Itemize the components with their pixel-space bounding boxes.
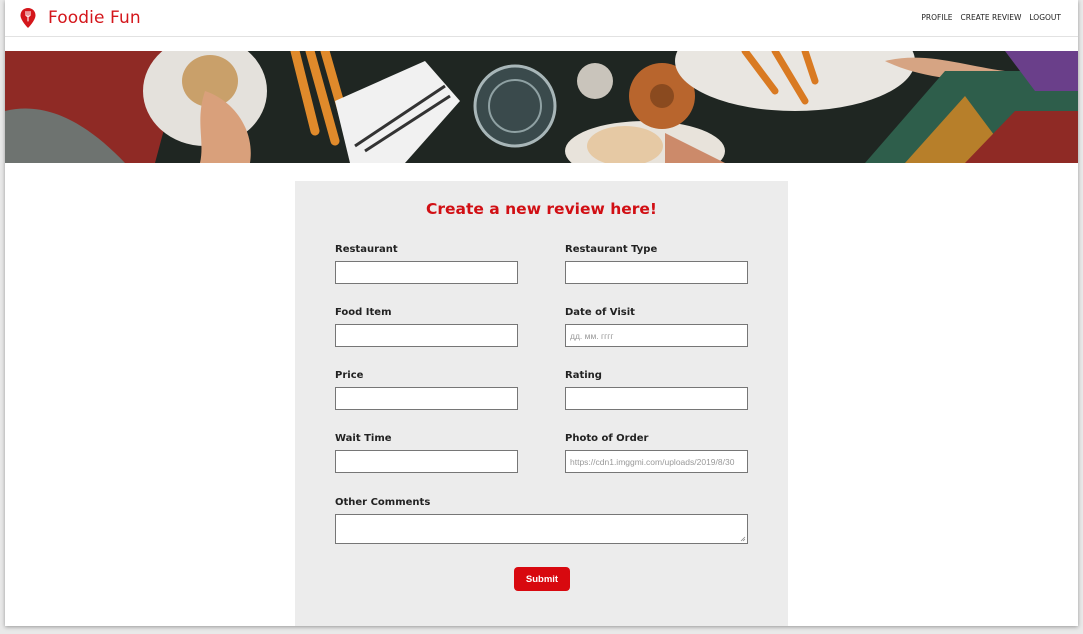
hero-banner-image bbox=[5, 51, 1078, 163]
nav-logout-link[interactable]: LOGOUT bbox=[1029, 13, 1061, 22]
price-label: Price bbox=[335, 370, 364, 381]
restaurant-type-label: Restaurant Type bbox=[565, 244, 658, 255]
photo-of-order-input[interactable]: https://cdn1.imggmi.com/uploads/2019/8/3… bbox=[565, 450, 748, 473]
other-comments-label: Other Comments bbox=[335, 497, 431, 508]
restaurant-type-input[interactable] bbox=[565, 261, 748, 284]
wait-time-label: Wait Time bbox=[335, 433, 392, 444]
restaurant-input[interactable] bbox=[335, 261, 518, 284]
nav-links: PROFILE CREATE REVIEW LOGOUT bbox=[921, 13, 1061, 22]
review-form-card: Create a new review here! Restaurant Res… bbox=[295, 181, 788, 626]
photo-of-order-label: Photo of Order bbox=[565, 433, 649, 444]
navbar: Foodie Fun PROFILE CREATE REVIEW LOGOUT bbox=[5, 0, 1078, 37]
page-frame: Foodie Fun PROFILE CREATE REVIEW LOGOUT bbox=[5, 0, 1078, 626]
food-item-input[interactable] bbox=[335, 324, 518, 347]
date-of-visit-input[interactable]: дд. мм. гггг bbox=[565, 324, 748, 347]
form-title: Create a new review here! bbox=[425, 200, 657, 218]
restaurant-label: Restaurant bbox=[335, 244, 398, 255]
price-input[interactable] bbox=[335, 387, 518, 410]
map-pin-fork-icon bbox=[20, 8, 36, 28]
food-item-label: Food Item bbox=[335, 307, 392, 318]
nav-profile-link[interactable]: PROFILE bbox=[921, 13, 952, 22]
resize-grip-icon[interactable] bbox=[740, 536, 746, 542]
rating-input[interactable] bbox=[565, 387, 748, 410]
food-table-banner-icon bbox=[5, 51, 1078, 163]
wait-time-input[interactable] bbox=[335, 450, 518, 473]
other-comments-textarea[interactable] bbox=[335, 514, 748, 544]
rating-label: Rating bbox=[565, 370, 602, 381]
submit-button[interactable]: Submit bbox=[514, 567, 570, 591]
brand[interactable]: Foodie Fun bbox=[20, 7, 141, 29]
nav-create-review-link[interactable]: CREATE REVIEW bbox=[961, 13, 1022, 22]
date-of-visit-label: Date of Visit bbox=[565, 307, 635, 318]
brand-name: Foodie Fun bbox=[48, 8, 141, 28]
